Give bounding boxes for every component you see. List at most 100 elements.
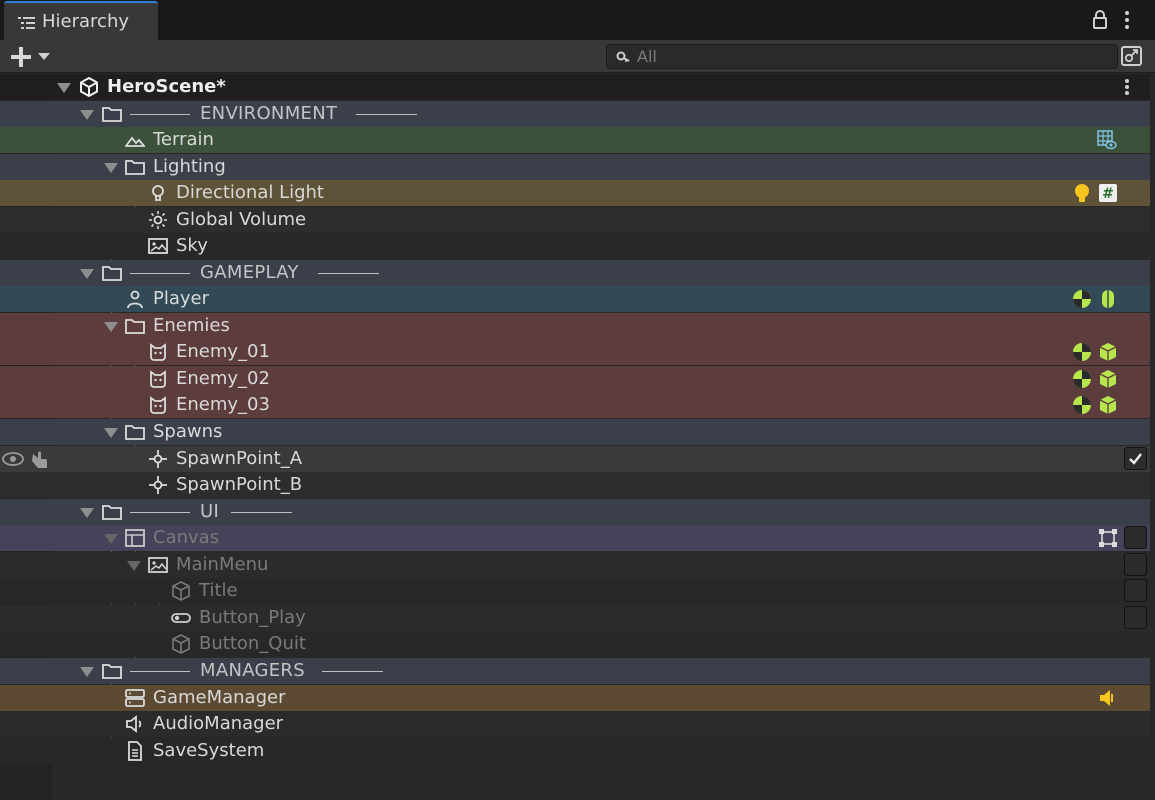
- expand-arrow-icon[interactable]: [104, 163, 118, 173]
- hierarchy-tree: HeroScene* ENVIRONMENT Terrain Lighting …: [0, 74, 1155, 800]
- header-divider: [130, 273, 190, 274]
- expand-arrow-icon[interactable]: [127, 561, 141, 571]
- tree-row-enemy-01[interactable]: Enemy_01: [0, 339, 1155, 365]
- row-label: Player: [153, 288, 210, 309]
- server-stack-icon: [125, 689, 145, 707]
- header-divider: [356, 114, 417, 115]
- enemy-cat-icon: [150, 370, 166, 388]
- expand-arrow-icon[interactable]: [104, 428, 118, 438]
- physics-ball-icon: [1073, 343, 1091, 361]
- speaker-icon: [1100, 690, 1113, 706]
- row-label: UI: [200, 501, 220, 522]
- row-label: Enemy_01: [176, 341, 270, 362]
- row-label: Title: [199, 580, 238, 601]
- tab-title: Hierarchy: [42, 11, 130, 32]
- row-background: [0, 392, 1150, 418]
- window-title-bar: Hierarchy: [0, 0, 1155, 40]
- header-divider: [130, 114, 190, 115]
- person-icon: [127, 290, 143, 309]
- tree-row-enemy-03[interactable]: Enemy_03: [0, 392, 1155, 418]
- tree-row-managers[interactable]: MANAGERS: [0, 658, 1155, 684]
- active-checkbox[interactable]: [1124, 579, 1147, 602]
- folder-icon: [102, 505, 122, 520]
- row-label: Enemy_02: [176, 368, 270, 389]
- tree-row-audiomanager[interactable]: AudioManager: [0, 711, 1155, 737]
- tree-row-savesystem[interactable]: SaveSystem: [0, 738, 1155, 764]
- expand-arrow-icon[interactable]: [80, 269, 94, 279]
- expand-arrow-icon[interactable]: [80, 508, 94, 518]
- tab-hierarchy[interactable]: Hierarchy: [4, 1, 158, 40]
- tree-row-mainmenu[interactable]: MainMenu: [0, 552, 1155, 578]
- active-checkbox[interactable]: [1124, 447, 1147, 470]
- row-background: [0, 233, 1150, 259]
- svg-text:#: #: [1102, 186, 1114, 202]
- tree-row-player[interactable]: Player: [0, 286, 1155, 312]
- header-divider: [318, 273, 379, 274]
- create-dropdown-icon[interactable]: [38, 53, 50, 61]
- header-divider: [130, 671, 190, 672]
- active-checkbox[interactable]: [1124, 526, 1147, 549]
- checkbox-checked-icon: [1129, 453, 1142, 465]
- tree-row-lighting[interactable]: Lighting: [0, 154, 1155, 180]
- tree-row-environment[interactable]: ENVIRONMENT: [0, 101, 1155, 127]
- visibility-eye-icon[interactable]: [2, 449, 24, 469]
- expand-arrow-icon[interactable]: [80, 110, 94, 120]
- rect-transform-icon: [1099, 529, 1117, 547]
- row-label: Canvas: [153, 527, 220, 548]
- tree-row-button-play[interactable]: Button_Play: [0, 605, 1155, 631]
- tree-row-canvas[interactable]: Canvas: [0, 525, 1155, 551]
- row-background: [0, 552, 1150, 578]
- tree-row-enemies[interactable]: Enemies: [0, 313, 1155, 339]
- expand-arrow-icon[interactable]: [104, 534, 118, 544]
- search-field[interactable]: [606, 44, 1118, 69]
- search-window-icon[interactable]: [1120, 45, 1143, 67]
- cube-icon: [1099, 370, 1117, 388]
- tree-row-global-volume[interactable]: Global Volume: [0, 207, 1155, 233]
- physics-ball-icon: [1073, 370, 1091, 388]
- tree-row-gamemanager[interactable]: GameManager: [0, 685, 1155, 711]
- window-menu-icon[interactable]: [1122, 10, 1132, 30]
- image-icon: [148, 557, 168, 573]
- folder-icon: [102, 266, 122, 281]
- image-icon: [148, 238, 168, 254]
- folder-icon: [102, 664, 122, 679]
- tree-row-sky[interactable]: Sky: [0, 233, 1155, 259]
- speaker-outline-icon: [126, 715, 142, 733]
- row-label: AudioManager: [153, 713, 284, 734]
- row-background: [0, 446, 1150, 472]
- tree-row-spawnpoint-a[interactable]: SpawnPoint_A: [0, 446, 1155, 472]
- search-input[interactable]: [637, 46, 1107, 67]
- enemy-cat-icon: [150, 343, 166, 361]
- row-label: Directional Light: [176, 182, 324, 203]
- create-plus-icon[interactable]: [10, 46, 32, 68]
- row-label: Global Volume: [176, 209, 307, 230]
- active-checkbox[interactable]: [1124, 553, 1147, 576]
- grid-eye-icon: [1097, 130, 1117, 150]
- expand-arrow-icon[interactable]: [104, 322, 118, 332]
- active-checkbox[interactable]: [1124, 606, 1147, 629]
- tree-row-spawnpoint-b[interactable]: SpawnPoint_B: [0, 472, 1155, 498]
- expand-arrow-icon[interactable]: [57, 83, 71, 93]
- tree-row-gameplay[interactable]: GAMEPLAY: [0, 260, 1155, 286]
- tree-row-enemy-02[interactable]: Enemy_02: [0, 366, 1155, 392]
- physics-ball-icon: [1073, 290, 1091, 308]
- scene-row[interactable]: HeroScene*: [0, 74, 1155, 100]
- tree-row-directional-light[interactable]: Directional Light #: [0, 180, 1155, 206]
- tree-row-spawns[interactable]: Spawns: [0, 419, 1155, 445]
- row-background: [0, 180, 1150, 206]
- terrain-icon: [125, 136, 145, 147]
- pickable-hand-icon[interactable]: [29, 449, 49, 469]
- row-label: Sky: [176, 235, 208, 256]
- lock-icon[interactable]: [1092, 10, 1108, 30]
- light-component-icon: [1075, 184, 1089, 202]
- tree-row-terrain[interactable]: Terrain: [0, 127, 1155, 153]
- scene-menu-icon[interactable]: [1122, 77, 1132, 97]
- tree-row-title[interactable]: Title: [0, 578, 1155, 604]
- tree-row-button-quit[interactable]: Button_Quit: [0, 631, 1155, 657]
- folder-icon: [125, 160, 145, 175]
- expand-arrow-icon[interactable]: [80, 667, 94, 677]
- tree-row-ui[interactable]: UI: [0, 499, 1155, 525]
- row-label: Enemy_03: [176, 394, 270, 415]
- bulb-icon: [152, 185, 164, 201]
- row-background: [0, 339, 1150, 365]
